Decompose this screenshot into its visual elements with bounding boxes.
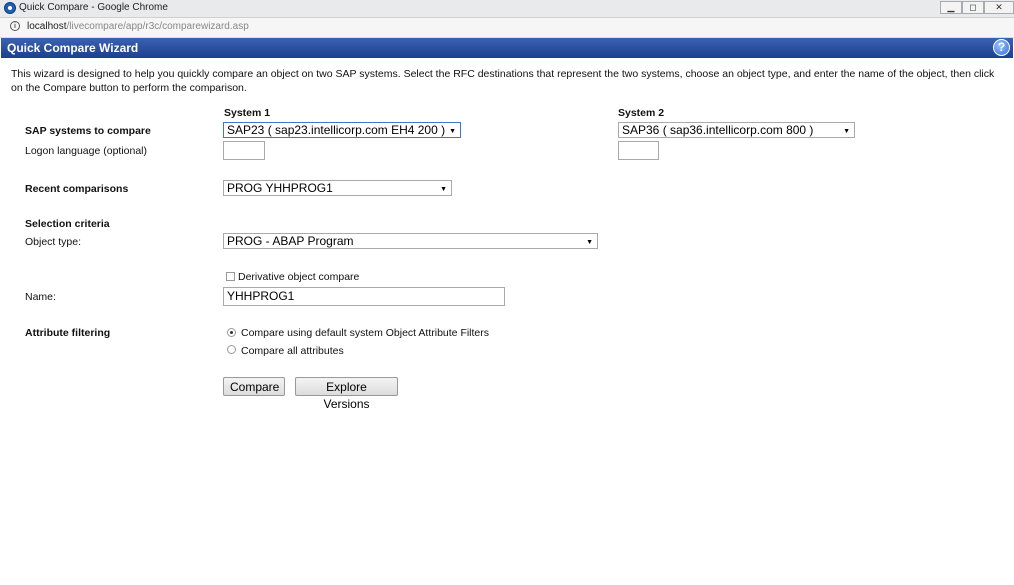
selection-criteria-heading: Selection criteria — [25, 218, 110, 230]
url-text[interactable]: localhost/livecompare/app/r3c/comparewiz… — [27, 21, 249, 32]
system2-heading: System 2 — [618, 107, 665, 119]
recent-comparisons-label: Recent comparisons — [25, 183, 129, 195]
recent-comparisons-value: PROG YHHPROG1 — [227, 181, 333, 195]
chevron-down-icon: ▼ — [440, 186, 447, 193]
logon-language-1-input[interactable] — [223, 141, 265, 160]
object-name-input[interactable]: YHHPROG1 — [223, 287, 505, 306]
window-title: Quick Compare - Google Chrome — [19, 2, 168, 13]
url-host: localhost — [27, 21, 67, 32]
help-icon[interactable]: ? — [993, 39, 1010, 56]
close-button[interactable]: ✕ — [984, 1, 1014, 14]
address-bar[interactable]: i localhost/livecompare/app/r3c/comparew… — [0, 18, 1014, 38]
intro-text: This wizard is designed to help you quic… — [11, 68, 995, 94]
chevron-down-icon: ▼ — [586, 239, 593, 246]
logon-language-2-input[interactable] — [618, 141, 659, 160]
attribute-filtering-label: Attribute filtering — [25, 327, 111, 339]
system1-select-value: SAP23 ( sap23.intellicorp.com EH4 200 ) — [227, 123, 446, 137]
system1-select[interactable]: SAP23 ( sap23.intellicorp.com EH4 200 ) … — [223, 122, 461, 138]
system2-select-value: SAP36 ( sap36.intellicorp.com 800 ) — [622, 123, 814, 137]
name-label: Name: — [25, 291, 56, 303]
system1-heading: System 1 — [224, 107, 271, 119]
logon-language-label: Logon language (optional) — [25, 145, 148, 157]
derivative-compare-checkbox[interactable] — [226, 272, 235, 281]
compare-button[interactable]: Compare — [223, 377, 285, 396]
attr-compare-all-label[interactable]: Compare all attributes — [241, 345, 344, 357]
attr-default-filters-radio[interactable] — [227, 328, 236, 337]
derivative-compare-label[interactable]: Derivative object compare — [238, 271, 359, 283]
restore-button[interactable]: ◻ — [962, 1, 984, 14]
chevron-down-icon: ▼ — [843, 128, 850, 135]
wizard-header: Quick Compare Wizard ? — [1, 38, 1013, 58]
url-path: /livecompare/app/r3c/comparewizard.asp — [66, 21, 249, 32]
chevron-down-icon: ▼ — [449, 128, 456, 135]
info-icon[interactable]: i — [10, 21, 20, 31]
attr-default-filters-label[interactable]: Compare using default system Object Attr… — [241, 327, 489, 339]
object-type-select[interactable]: PROG - ABAP Program ▼ — [223, 233, 598, 249]
page-title: Quick Compare Wizard — [7, 41, 139, 55]
object-type-label: Object type: — [25, 236, 82, 248]
attr-compare-all-radio[interactable] — [227, 345, 236, 354]
minimize-button[interactable]: ▁ — [940, 1, 962, 14]
explore-versions-button[interactable]: Explore Versions — [295, 377, 398, 411]
window-title-bar: Quick Compare - Google Chrome ▁ ◻ ✕ — [0, 0, 1014, 18]
system2-select[interactable]: SAP36 ( sap36.intellicorp.com 800 ) ▼ — [618, 122, 855, 138]
sap-systems-label: SAP systems to compare — [25, 125, 151, 137]
object-type-value: PROG - ABAP Program — [227, 234, 354, 248]
recent-comparisons-select[interactable]: PROG YHHPROG1 ▼ — [223, 180, 452, 196]
chrome-app-icon — [4, 2, 16, 14]
